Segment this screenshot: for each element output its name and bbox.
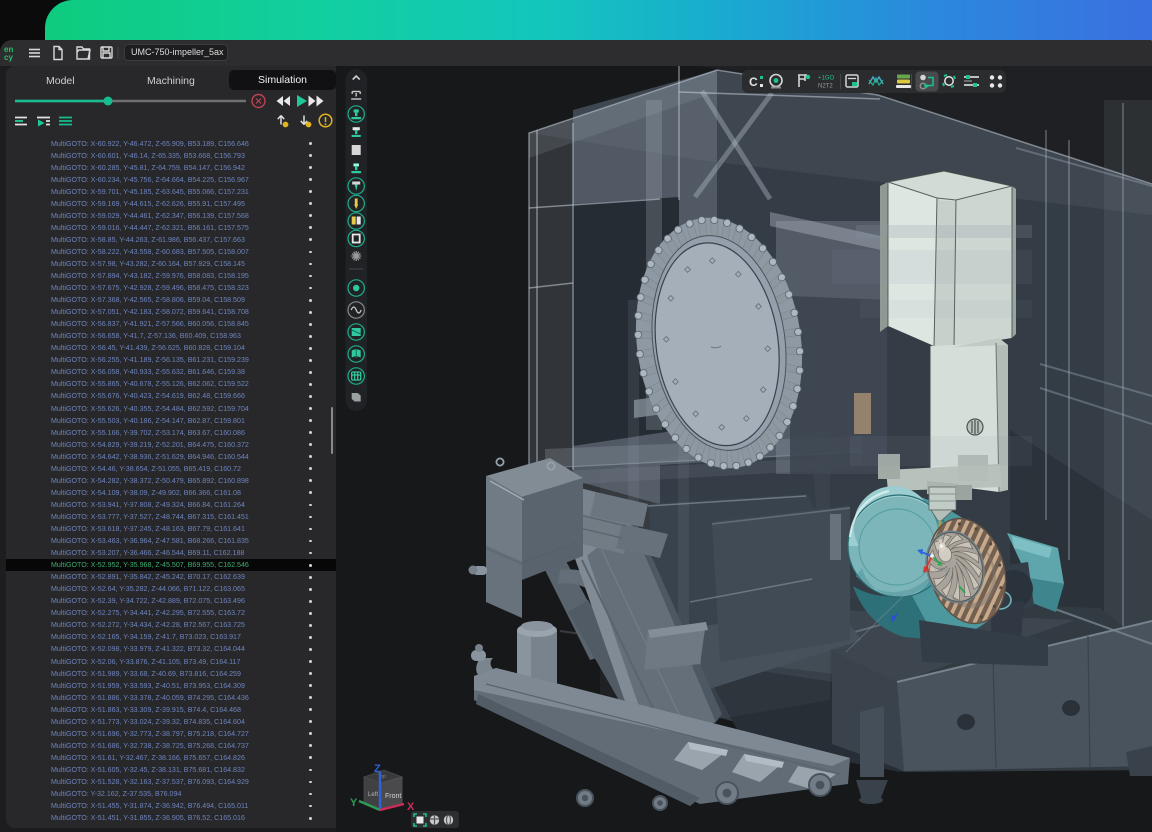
svg-text:+1GO: +1GO <box>818 76 835 82</box>
svg-text:Z: Z <box>374 763 381 775</box>
svg-text:N2T2: N2T2 <box>818 84 833 90</box>
svg-text:16.5A: 16.5A <box>934 568 950 574</box>
svg-text:Y: Y <box>350 797 358 809</box>
svg-text:Left: Left <box>368 792 378 798</box>
svg-text:Front: Front <box>385 793 401 800</box>
svg-text:C: C <box>749 75 758 89</box>
